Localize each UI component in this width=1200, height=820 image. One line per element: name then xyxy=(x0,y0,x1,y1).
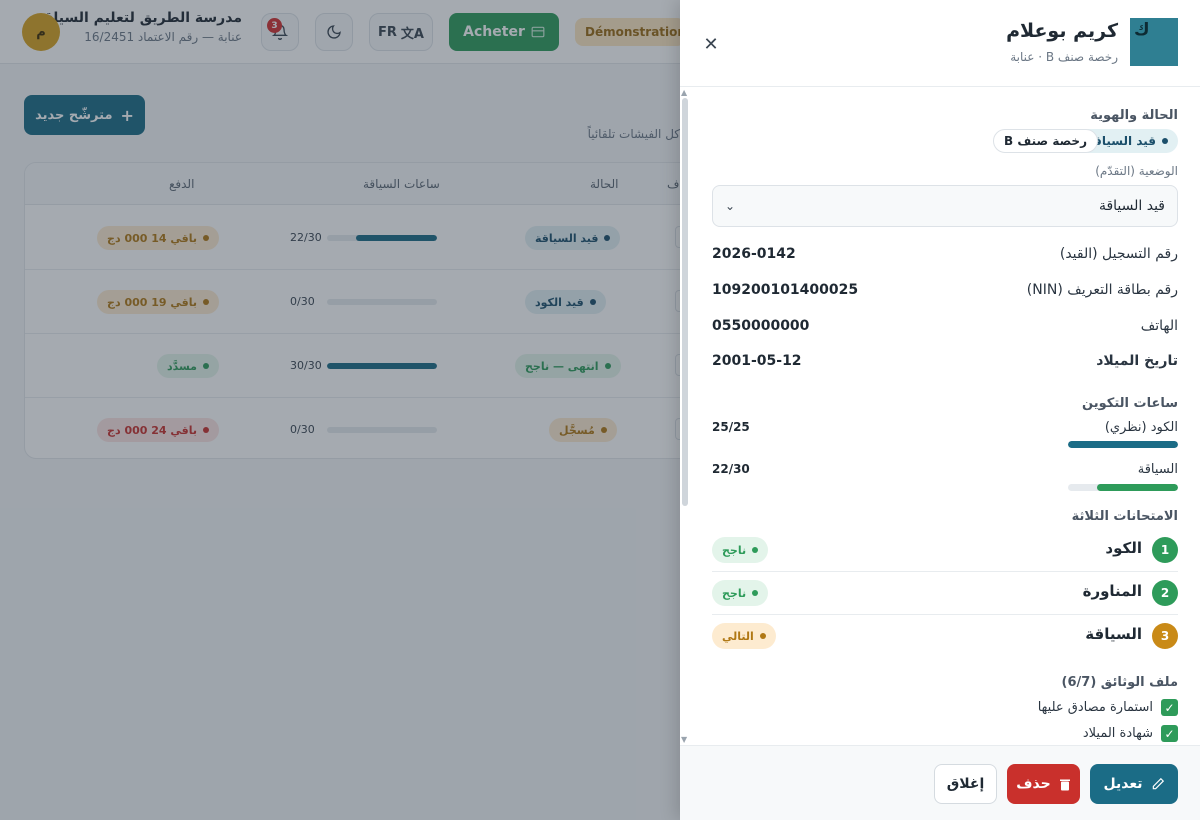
exam-status-dot-icon xyxy=(759,633,766,639)
document-item[interactable]: ✓ استمارة مصادق عليها xyxy=(1038,699,1178,716)
position-select[interactable]: قيد السياقة ⌄ xyxy=(712,185,1178,227)
position-label: الوضعية (التقدّم) xyxy=(1095,164,1178,178)
field-value-nin: 109200101400025 xyxy=(712,282,859,298)
candidate-name: كريم بوعلام xyxy=(1006,20,1118,42)
exam-row: 2 المناورة ناجح xyxy=(712,572,1178,615)
field-label-registration: رقم التسجيل (القيد) xyxy=(1059,246,1178,262)
training-code-bar xyxy=(1068,441,1178,448)
chevron-down-icon: ⌄ xyxy=(725,199,736,213)
status-section-title: الحالة والهوية xyxy=(1090,108,1178,123)
scroll-down-icon[interactable]: ▼ xyxy=(681,735,687,744)
license-tag: رخصة صنف B xyxy=(993,129,1098,153)
candidate-subtitle: رخصة صنف B · عنابة xyxy=(1010,50,1118,64)
exam-status-pill: ناجح xyxy=(712,537,769,563)
field-label-birthdate: تاريخ الميلاد xyxy=(1096,353,1178,369)
scroll-up-icon[interactable]: ▲ xyxy=(681,88,687,97)
training-driving-bar xyxy=(1068,484,1178,491)
drawer-header: ✕ ك كريم بوعلام رخصة صنف B · عنابة xyxy=(680,0,1200,87)
field-label-phone: الهاتف xyxy=(1140,318,1178,334)
exam-status-dot-icon xyxy=(752,547,759,553)
exam-status-label: التالي xyxy=(722,629,754,643)
exam-name: الكود xyxy=(1105,539,1142,557)
status-dot-icon xyxy=(1162,138,1168,144)
close-button[interactable]: إغلاق xyxy=(934,764,997,804)
document-label: شهادة الميلاد xyxy=(1082,726,1153,741)
delete-label: حذف xyxy=(1016,776,1051,792)
training-code-value: 25/25 xyxy=(712,420,750,434)
training-bar-fill xyxy=(1097,484,1178,491)
exam-status-pill: ناجح xyxy=(712,580,769,606)
training-driving-label: السياقة xyxy=(1137,462,1178,477)
edit-label: تعديل xyxy=(1103,776,1143,792)
field-value-registration: 2026-0142 xyxy=(712,246,796,262)
training-driving-value: 22/30 xyxy=(712,462,750,476)
exam-name: السياقة xyxy=(1085,625,1142,643)
training-code-label: الكود (نظري) xyxy=(1104,420,1178,435)
delete-button[interactable]: حذف xyxy=(1007,764,1080,804)
position-value: قيد السياقة xyxy=(1098,198,1165,214)
training-bar-fill xyxy=(1068,441,1178,448)
exam-status-dot-icon xyxy=(752,590,759,596)
training-section-title: ساعات التكوين xyxy=(1082,396,1178,411)
document-item[interactable]: ✓ شهادة الميلاد xyxy=(1083,725,1178,742)
exam-status-label: ناجح xyxy=(722,586,747,600)
check-icon: ✓ xyxy=(1161,725,1178,742)
trash-icon xyxy=(1059,779,1070,790)
pencil-icon xyxy=(1152,777,1164,790)
exam-number: 2 xyxy=(1152,580,1178,606)
document-label: استمارة مصادق عليها xyxy=(1037,700,1153,715)
exam-row: 1 الكود ناجح xyxy=(712,529,1178,572)
edit-button[interactable]: تعديل xyxy=(1090,764,1178,804)
close-icon[interactable]: ✕ xyxy=(700,33,722,55)
exams-section-title: الامتحانات الثلاثة xyxy=(1071,509,1178,524)
drawer-footer: تعديل حذف إغلاق xyxy=(680,745,1200,820)
exam-status-pill: التالي xyxy=(712,623,776,649)
exam-row: 3 السياقة التالي xyxy=(712,615,1178,658)
exam-number: 1 xyxy=(1152,537,1178,563)
scrollbar-thumb[interactable] xyxy=(682,98,688,506)
exam-name: المناورة xyxy=(1082,582,1142,600)
candidate-drawer: ✕ ك كريم بوعلام رخصة صنف B · عنابة ▲ ▼ ا… xyxy=(680,0,1200,820)
field-label-nin: رقم بطاقة التعريف (NIN) xyxy=(1026,282,1178,298)
field-value-phone: 0550000000 xyxy=(712,318,810,334)
modal-backdrop[interactable] xyxy=(0,0,680,820)
exam-number: 3 xyxy=(1152,623,1178,649)
check-icon: ✓ xyxy=(1161,699,1178,716)
field-value-birthdate: 2001-05-12 xyxy=(712,353,802,369)
exam-status-label: ناجح xyxy=(722,543,747,557)
documents-section-title: ملف الوثائق (6/7) xyxy=(1061,675,1178,690)
candidate-avatar: ك xyxy=(1130,18,1178,66)
